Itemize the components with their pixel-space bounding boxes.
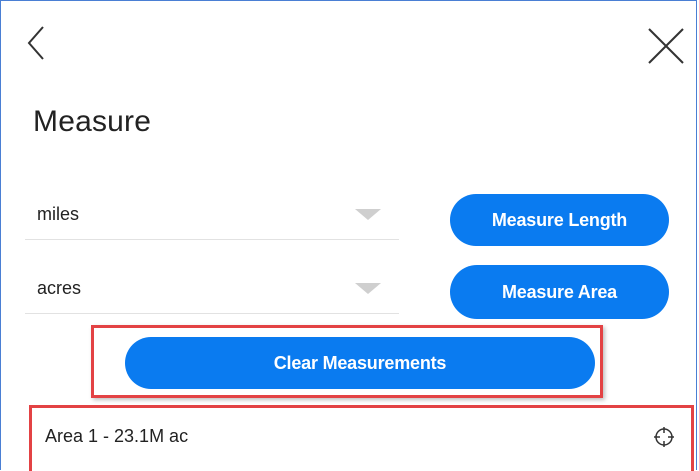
measure-panel: Measure miles Measure Length acres Measu… (0, 0, 697, 471)
clear-measurements-button[interactable]: Clear Measurements (125, 337, 595, 389)
close-icon[interactable] (645, 25, 687, 67)
area-unit-select[interactable]: acres (25, 270, 399, 314)
measurement-result-label: Area 1 - 23.1M ac (45, 426, 189, 446)
list-item[interactable]: Area 1 - 23.1M ac (35, 408, 685, 468)
crosshair-icon[interactable] (653, 426, 675, 448)
chevron-down-icon (355, 282, 381, 294)
length-unit-select[interactable]: miles (25, 196, 399, 240)
area-unit-value: acres (37, 278, 82, 298)
back-icon[interactable] (23, 21, 53, 65)
measure-area-button[interactable]: Measure Area (450, 265, 669, 319)
page-title: Measure (33, 105, 152, 138)
measure-length-button[interactable]: Measure Length (450, 194, 669, 246)
chevron-down-icon (355, 208, 381, 220)
length-unit-value: miles (37, 204, 80, 224)
